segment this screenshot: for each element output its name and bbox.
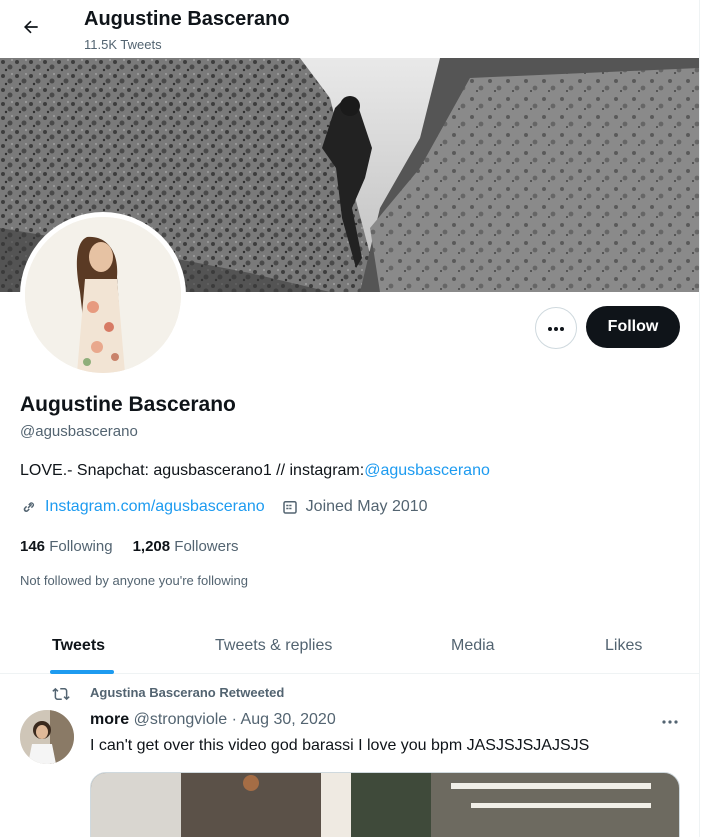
bio-mention-link[interactable]: @agusbascerano — [364, 462, 490, 479]
calendar-icon — [281, 498, 299, 516]
tweet-meta[interactable]: @strongviole · Aug 30, 2020 — [134, 711, 336, 728]
top-bar: Augustine Bascerano 11.5K Tweets — [0, 0, 699, 58]
header-tweet-count: 11.5K Tweets — [84, 37, 162, 52]
tweet-author-name[interactable]: more — [90, 711, 129, 728]
profile-name: Augustine Bascerano — [20, 393, 236, 416]
tab-media[interactable]: Media — [451, 618, 495, 674]
not-followed-note: Not followed by anyone you're following — [20, 573, 248, 588]
active-tab-indicator — [50, 670, 114, 674]
more-icon — [662, 711, 678, 729]
more-icon — [547, 319, 565, 337]
profile-meta: Instagram.com/agusbascerano Joined May 2… — [20, 498, 428, 516]
following-label: Following — [49, 538, 113, 555]
profile-avatar[interactable] — [20, 212, 186, 378]
tweet-author-avatar[interactable] — [20, 710, 74, 764]
tweet-media[interactable] — [90, 772, 680, 837]
retweet-label[interactable]: Agustina Bascerano Retweeted — [90, 685, 284, 700]
followers-count: 1,208 — [132, 538, 171, 555]
followers-label: Followers — [174, 538, 239, 555]
website-link[interactable]: Instagram.com/agusbascerano — [45, 498, 265, 516]
retweet-icon — [52, 685, 70, 706]
back-arrow-icon — [21, 17, 41, 42]
tab-tweets-replies[interactable]: Tweets & replies — [215, 618, 332, 674]
profile-tabs: Tweets Tweets & replies Media Likes — [0, 618, 699, 674]
tweet-more-button[interactable] — [655, 708, 685, 732]
followers-link[interactable]: 1,208 Followers — [133, 538, 239, 555]
following-count: 146 — [20, 538, 46, 555]
following-link[interactable]: 146 Following — [20, 538, 113, 555]
tab-likes[interactable]: Likes — [605, 618, 642, 674]
profile-bio: LOVE.- Snapchat: agusbascerano1 // insta… — [20, 462, 490, 480]
profile-page: Augustine Bascerano 11.5K Tweets Follow … — [0, 0, 700, 837]
profile-handle: @agusbascerano — [20, 423, 138, 440]
tab-tweets[interactable]: Tweets — [52, 618, 105, 674]
joined-date: Joined May 2010 — [305, 498, 428, 515]
more-options-button[interactable] — [535, 307, 577, 349]
retweet-context: Agustina Bascerano Retweeted — [52, 685, 284, 701]
link-icon — [20, 498, 38, 516]
back-button[interactable] — [14, 12, 48, 46]
follow-button[interactable]: Follow — [586, 306, 680, 348]
follow-counts: 146 Following 1,208 Followers — [20, 538, 238, 555]
tweet-text: I can't get over this video god barassi … — [90, 737, 590, 754]
header-title: Augustine Bascerano — [84, 8, 290, 30]
tweet-header: more @strongviole · Aug 30, 2020 — [90, 711, 336, 729]
bio-text: LOVE.- Snapchat: agusbascerano1 // insta… — [20, 462, 365, 479]
